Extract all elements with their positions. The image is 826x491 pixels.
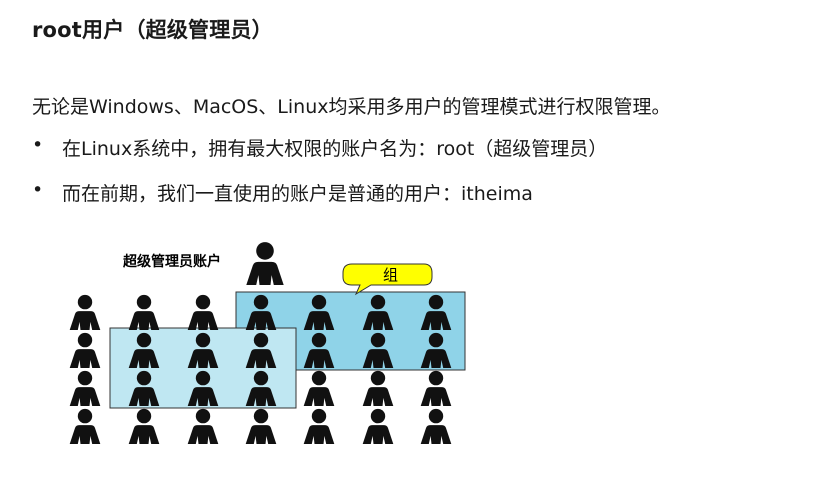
bullet-icon: •	[32, 179, 44, 201]
user-icon	[187, 294, 219, 330]
group-callout: 组	[342, 263, 433, 296]
user-icon	[362, 370, 394, 406]
user-icon	[69, 370, 101, 406]
admin-user-icon	[246, 242, 284, 285]
user-icon	[69, 332, 101, 368]
group-label: 组	[383, 266, 398, 284]
slide-title: root用户（超级管理员）	[32, 18, 273, 42]
user-icon	[69, 408, 101, 444]
user-icon	[245, 408, 277, 444]
user-icon	[187, 408, 219, 444]
user-icon	[303, 370, 335, 406]
admin-label: 超级管理员账户	[122, 253, 221, 270]
user-group-diagram: 组 超级管理员账户	[60, 230, 480, 445]
user-icon	[128, 408, 160, 444]
user-icon	[128, 294, 160, 330]
user-icon	[362, 408, 394, 444]
user-icon	[303, 408, 335, 444]
intro-text: 无论是Windows、MacOS、Linux均采用多用户的管理模式进行权限管理。	[32, 96, 671, 118]
user-icon	[420, 370, 452, 406]
user-icon	[420, 408, 452, 444]
bullet-root-account: 在Linux系统中，拥有最大权限的账户名为：root（超级管理员）	[62, 138, 608, 160]
bullet-icon: •	[32, 134, 44, 156]
user-icon	[69, 294, 101, 330]
bullet-normal-account: 而在前期，我们一直使用的账户是普通的用户：itheima	[62, 183, 533, 205]
